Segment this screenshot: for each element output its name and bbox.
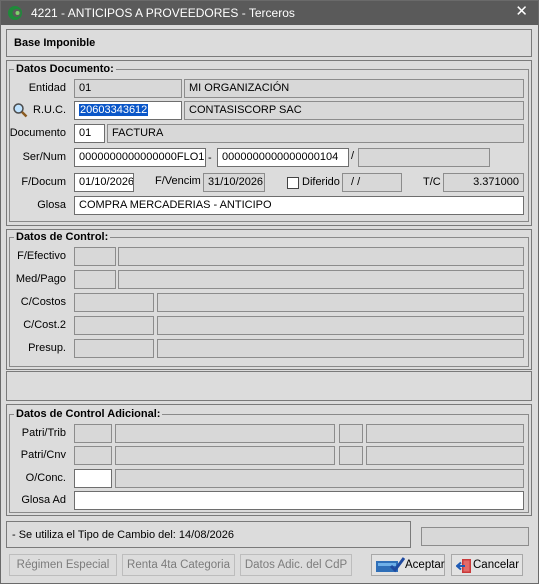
- diferido-date-field: / /: [342, 173, 402, 192]
- regimen-especial-button[interactable]: Régimen Especial: [9, 554, 117, 576]
- tc-label: T/C: [423, 176, 441, 188]
- numero-extra-field: [358, 148, 490, 167]
- status-message: - Se utiliza el Tipo de Cambio del: 14/0…: [12, 529, 234, 541]
- datos-adic-cdp-button[interactable]: Datos Adic. del CdP: [240, 554, 352, 576]
- cancelar-button[interactable]: Cancelar: [451, 554, 523, 576]
- aceptar-button[interactable]: Aceptar: [371, 554, 445, 576]
- ruc-input[interactable]: 20603343612: [74, 101, 182, 120]
- status-panel: - Se utiliza el Tipo de Cambio del: 14/0…: [6, 521, 411, 548]
- fefectivo-desc-field: [118, 247, 524, 266]
- oconc-label: O/Conc.: [25, 472, 66, 484]
- documento-label: Documento: [9, 127, 66, 139]
- ruc-name-field: CONTASISCORP SAC: [184, 101, 524, 120]
- ruc-value: 20603343612: [79, 104, 149, 116]
- page-title: Base Imponible: [14, 37, 96, 49]
- sernum-label: Ser/Num: [22, 151, 66, 163]
- medpago-desc-field: [118, 270, 524, 289]
- glosaad-input[interactable]: [74, 491, 524, 510]
- ccost2-label: C/Cost.2: [23, 319, 66, 331]
- sernum-dash: -: [208, 152, 212, 164]
- entidad-name-field: MI ORGANIZACIÓN: [184, 79, 524, 98]
- medpago-code-field[interactable]: [74, 270, 116, 289]
- glosaad-label: Glosa Ad: [21, 494, 66, 506]
- sernum-slash: /: [351, 150, 355, 162]
- medpago-label: Med/Pago: [15, 273, 66, 285]
- patritrib-code2-field[interactable]: [339, 424, 363, 443]
- tc-field: 3.371000: [443, 173, 524, 192]
- oconc-desc-field: [115, 469, 524, 488]
- adicional-section-title: Datos de Control Adicional:: [14, 408, 163, 420]
- header-panel: Base Imponible: [6, 29, 532, 57]
- glosa-label: Glosa: [37, 199, 66, 211]
- fefectivo-label: F/Efectivo: [17, 250, 66, 262]
- serie-input[interactable]: 0000000000000000FLO1: [74, 148, 206, 167]
- presup-desc-field: [157, 339, 524, 358]
- ccostos-code-field[interactable]: [74, 293, 154, 312]
- presup-code-field[interactable]: [74, 339, 154, 358]
- presup-label: Presup.: [28, 342, 66, 354]
- fvencim-field: 31/10/2026: [203, 173, 265, 192]
- patricnv-desc2-field: [366, 446, 524, 465]
- ccost2-desc-field: [157, 316, 524, 335]
- ruc-label: R.U.C.: [33, 104, 66, 116]
- patricnv-desc-field: [115, 446, 335, 465]
- diferido-checkbox[interactable]: [287, 177, 299, 189]
- aceptar-label: Aceptar: [405, 559, 445, 571]
- window-title: 4221 - ANTICIPOS A PROVEEDORES - Tercero…: [31, 6, 295, 20]
- oconc-code-input[interactable]: [74, 469, 112, 488]
- entidad-label: Entidad: [28, 82, 66, 94]
- dialog-window: 4221 - ANTICIPOS A PROVEEDORES - Tercero…: [0, 0, 539, 584]
- fdocum-label: F/Docum: [21, 176, 66, 188]
- glosa-input[interactable]: COMPRA MERCADERIAS - ANTICIPO: [74, 196, 524, 215]
- documento-code-input[interactable]: 01: [74, 124, 105, 143]
- accept-icon: [375, 557, 406, 573]
- patritrib-label: Patri/Trib: [21, 427, 66, 439]
- numero-input[interactable]: 0000000000000000104: [217, 148, 349, 167]
- documento-name-field: FACTURA: [107, 124, 524, 143]
- renta-4ta-button[interactable]: Renta 4ta Categoria: [122, 554, 235, 576]
- patritrib-code-field[interactable]: [74, 424, 112, 443]
- patricnv-code-field[interactable]: [74, 446, 112, 465]
- exit-door-icon: [455, 558, 472, 574]
- fefectivo-code-field[interactable]: [74, 247, 116, 266]
- patritrib-desc-field: [115, 424, 335, 443]
- close-icon[interactable]: ✕: [515, 4, 528, 20]
- patricnv-label: Patri/Cnv: [20, 449, 66, 461]
- fvencim-label: F/Vencim: [155, 175, 201, 187]
- control-section-title: Datos de Control:: [14, 231, 111, 243]
- diferido-label: Diferido: [302, 176, 340, 188]
- ccostos-label: C/Costos: [20, 296, 66, 308]
- entidad-code-field: 01: [74, 79, 182, 98]
- patricnv-code2-field[interactable]: [339, 446, 363, 465]
- spacer-panel: [6, 371, 532, 401]
- status-extra-field: [421, 527, 529, 546]
- cancelar-label: Cancelar: [473, 559, 520, 571]
- fdocum-input[interactable]: 01/10/2026: [74, 173, 134, 192]
- patritrib-desc2-field: [366, 424, 524, 443]
- ccostos-desc-field: [157, 293, 524, 312]
- documento-section-title: Datos Documento:: [14, 63, 116, 75]
- app-logo-icon: [7, 5, 23, 21]
- ccost2-code-field[interactable]: [74, 316, 154, 335]
- title-bar: 4221 - ANTICIPOS A PROVEEDORES - Tercero…: [1, 1, 538, 25]
